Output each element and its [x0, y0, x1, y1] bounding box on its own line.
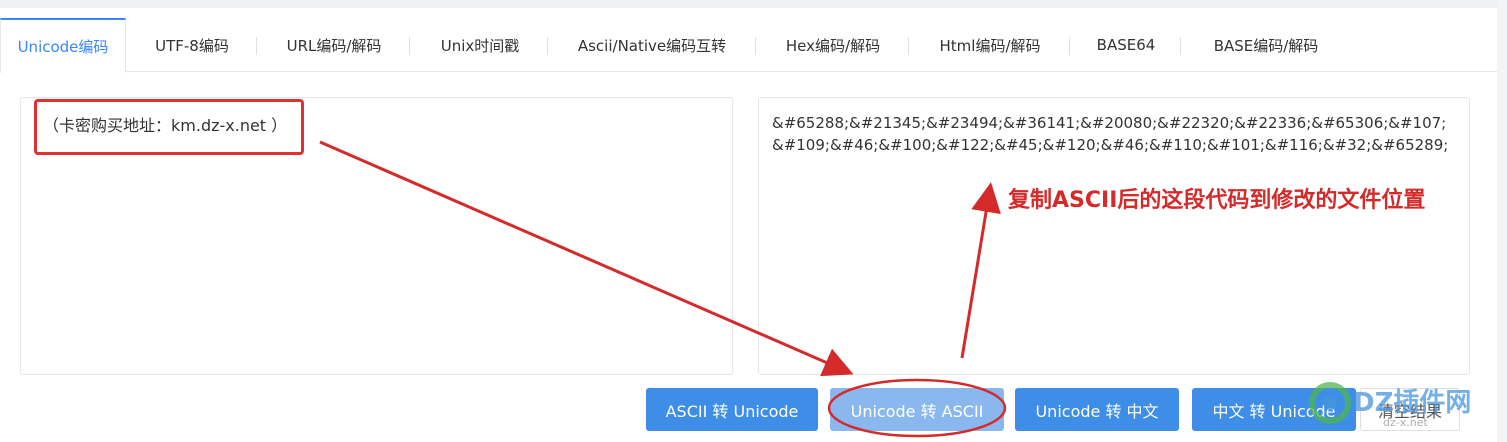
tab-utf8[interactable]: UTF-8编码: [132, 18, 252, 72]
tab-bar: Unicode编码 UTF-8编码 URL编码/解码 Unix时间戳 Ascii…: [0, 18, 1497, 73]
tab-base[interactable]: BASE编码/解码: [1183, 18, 1349, 72]
tab-html[interactable]: Html编码/解码: [911, 18, 1069, 72]
tab-separator: [1069, 37, 1070, 55]
tab-separator: [908, 37, 909, 55]
tab-url[interactable]: URL编码/解码: [262, 18, 406, 72]
tab-base64[interactable]: BASE64: [1072, 18, 1180, 72]
top-band: [0, 0, 1507, 8]
clear-result-button[interactable]: 清空结果: [1360, 388, 1460, 431]
tab-separator: [755, 37, 756, 55]
tab-unicode[interactable]: Unicode编码: [0, 18, 126, 73]
unicode-to-ascii-button[interactable]: Unicode 转 ASCII: [830, 388, 1004, 431]
tab-ascii-native[interactable]: Ascii/Native编码互转: [550, 18, 754, 72]
right-edge: [1497, 0, 1507, 442]
unicode-to-chinese-button[interactable]: Unicode 转 中文: [1015, 388, 1179, 431]
tab-unix-timestamp[interactable]: Unix时间戳: [412, 18, 548, 72]
tab-separator: [256, 37, 257, 55]
annotation-text: 复制ASCII后的这段代码到修改的文件位置: [1008, 188, 1426, 213]
tab-separator: [409, 37, 410, 55]
input-highlight-box: [34, 99, 304, 155]
chinese-to-unicode-button[interactable]: 中文 转 Unicode: [1192, 388, 1356, 431]
tab-separator: [547, 37, 548, 55]
tab-hex[interactable]: Hex编码/解码: [758, 18, 908, 72]
tab-separator: [1180, 37, 1181, 55]
output-text: &#65288;&#21345;&#23494;&#36141;&#20080;…: [772, 114, 1449, 154]
ascii-to-unicode-button[interactable]: ASCII 转 Unicode: [646, 388, 818, 431]
output-textarea[interactable]: &#65288;&#21345;&#23494;&#36141;&#20080;…: [758, 97, 1470, 375]
